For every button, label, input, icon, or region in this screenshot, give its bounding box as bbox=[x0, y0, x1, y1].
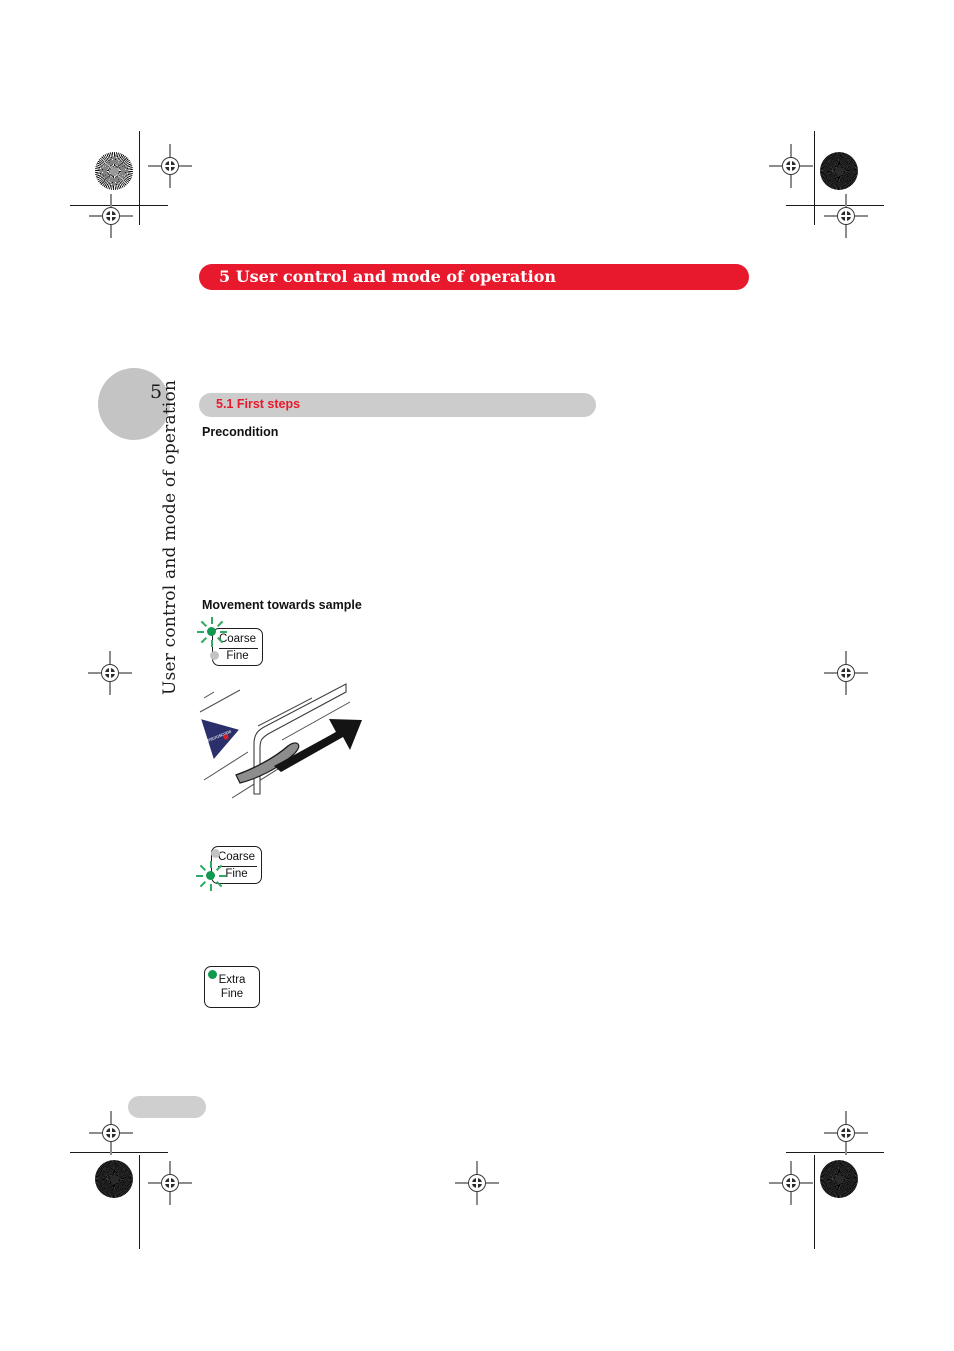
registration-dot bbox=[106, 211, 116, 221]
registration-mark-top-left bbox=[89, 194, 133, 238]
color-rosette-bottom-left bbox=[95, 1160, 133, 1198]
sidebar-vertical-title: User control and mode of operation bbox=[160, 379, 180, 695]
chapter-banner: 5 User control and mode of operation bbox=[199, 264, 749, 290]
registration-dot bbox=[786, 1178, 796, 1188]
coarse-fine-bottom-label: Fine bbox=[226, 650, 249, 662]
document-page: 5 User control and mode of operation 5 U… bbox=[0, 0, 954, 1351]
section-heading-bar: 5.1 First steps bbox=[199, 393, 596, 417]
chapter-banner-text: 5 User control and mode of operation bbox=[219, 267, 557, 286]
trim-line-left-bottom bbox=[139, 1155, 140, 1249]
registration-mark-bottom-inner-right bbox=[769, 1161, 813, 1205]
led-coarse-indicator bbox=[211, 849, 220, 858]
extra-fine-bottom-label: Fine bbox=[220, 988, 244, 1000]
registration-dot bbox=[472, 1178, 482, 1188]
registration-mark-top-right bbox=[824, 194, 868, 238]
registration-dot bbox=[165, 1178, 175, 1188]
registration-mark-bottom-right bbox=[824, 1111, 868, 1155]
trim-line-right-top bbox=[814, 131, 815, 225]
registration-dot bbox=[841, 668, 851, 678]
color-rosette-top-right bbox=[820, 152, 858, 190]
registration-dot bbox=[786, 161, 796, 171]
footer-bar bbox=[128, 1096, 206, 1118]
trim-line-left-top bbox=[139, 131, 140, 225]
led-extra-fine-indicator bbox=[208, 970, 217, 979]
registration-mark-top-inner-right bbox=[769, 144, 813, 188]
instrument-focus-drive-illustration: microscope bbox=[196, 676, 386, 828]
led-coarse-indicator bbox=[207, 627, 216, 636]
registration-mark-middle-left bbox=[88, 651, 132, 695]
color-rosette-bottom-right bbox=[820, 1160, 858, 1198]
registration-mark-bottom-center bbox=[455, 1161, 499, 1205]
registration-dot bbox=[165, 161, 175, 171]
registration-dot bbox=[105, 668, 115, 678]
registration-mark-top-inner-left bbox=[148, 144, 192, 188]
subheading-precondition: Precondition bbox=[202, 425, 279, 439]
registration-mark-bottom-left bbox=[89, 1111, 133, 1155]
registration-dot bbox=[106, 1128, 116, 1138]
registration-dot bbox=[841, 211, 851, 221]
registration-mark-bottom-inner-left bbox=[148, 1161, 192, 1205]
section-heading-text: 5.1 First steps bbox=[216, 397, 301, 411]
led-fine-indicator bbox=[210, 651, 219, 660]
subheading-movement-towards-sample: Movement towards sample bbox=[202, 598, 362, 612]
led-fine-indicator bbox=[206, 871, 215, 880]
registration-mark-middle-right bbox=[824, 651, 868, 695]
registration-dot bbox=[841, 1128, 851, 1138]
color-rosette-top-left bbox=[95, 152, 133, 190]
trim-line-right-bottom bbox=[814, 1155, 815, 1249]
